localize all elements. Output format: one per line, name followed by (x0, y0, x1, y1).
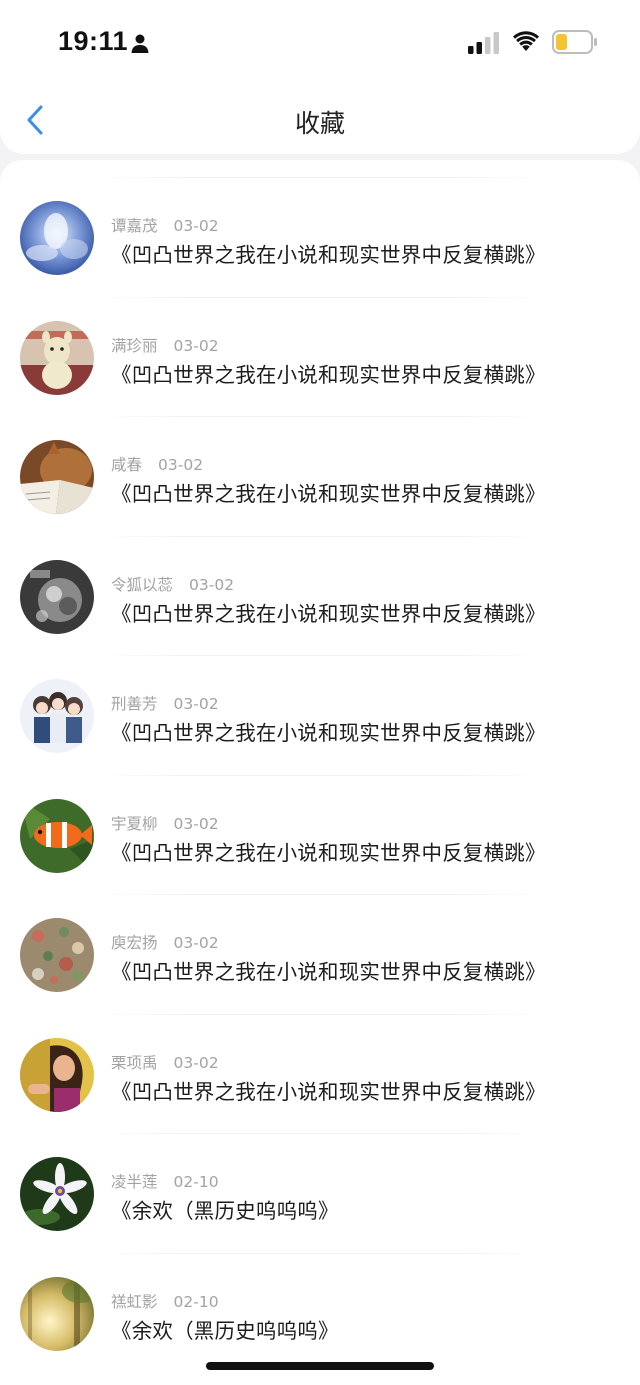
book-title[interactable]: 《凹凸世界之我在小说和现实世界中反复横跳》 (111, 716, 546, 746)
person-icon (131, 34, 149, 53)
item-date: 03-02 (173, 814, 219, 833)
item-date: 02-10 (173, 1173, 219, 1191)
grayscale-avatar (20, 559, 94, 634)
list-item[interactable]: 禚虹影 02-10 《余欢（黑历史呜呜呜》 (0, 1236, 640, 1356)
divider (100, 1133, 540, 1134)
book-title[interactable]: 《余欢（黑历史呜呜呜》 (111, 1194, 339, 1224)
status-bar: 19:11 (0, 0, 640, 86)
plush-toy-avatar (20, 320, 94, 395)
list-item[interactable]: 栗项禹 03-02 《凹凸世界之我在小说和现实世界中反复横跳》 (0, 997, 640, 1117)
item-meta: 咸春 03-02 (111, 453, 203, 475)
book-title[interactable]: 《凹凸世界之我在小说和现实世界中反复横跳》 (111, 358, 546, 388)
avatar[interactable] (20, 1276, 94, 1351)
divider (100, 894, 540, 895)
nav-bar: 收藏 (0, 86, 640, 154)
list-item[interactable]: 庾宏扬 03-02 《凹凸世界之我在小说和现实世界中反复横跳》 (0, 877, 640, 997)
book-title[interactable]: 《凹凸世界之我在小说和现实世界中反复横跳》 (111, 1075, 546, 1105)
item-date: 03-02 (158, 456, 204, 474)
battery-icon (552, 30, 597, 54)
wifi-icon (513, 31, 539, 51)
cat-book-avatar (20, 440, 94, 514)
author-name: 咸春 (111, 456, 143, 474)
item-date: 03-02 (173, 695, 219, 713)
item-meta: 谭嘉茂 03-02 (111, 214, 219, 236)
clouds-avatar (20, 201, 94, 275)
avatar[interactable] (20, 679, 94, 753)
avatar[interactable] (20, 918, 94, 992)
divider (100, 655, 540, 656)
book-title[interactable]: 《余欢（黑历史呜呜呜》 (111, 1314, 339, 1344)
page-title: 收藏 (294, 109, 345, 138)
item-date: 03-02 (173, 217, 219, 235)
list-item[interactable]: 凌半莲 02-10 《余欢（黑历史呜呜呜》 (0, 1116, 640, 1236)
author-name: 令狐以蕊 (111, 575, 174, 594)
book-title[interactable]: 《凹凸世界之我在小说和现实世界中反复横跳》 (111, 477, 546, 507)
avatar[interactable] (20, 1157, 94, 1231)
book-title[interactable]: 《凹凸世界之我在小说和现实世界中反复横跳》 (111, 955, 546, 985)
author-name: 凌半莲 (111, 1173, 158, 1191)
author-name: 禚虹影 (111, 1292, 158, 1311)
divider (100, 296, 540, 298)
status-time: 19:11 (58, 26, 129, 56)
woman-portrait-avatar (20, 1037, 94, 1112)
wall-decor-avatar (20, 918, 94, 992)
author-name: 谭嘉茂 (111, 217, 158, 235)
item-date: 03-02 (173, 336, 219, 355)
item-meta: 栗项禹 03-02 (111, 1051, 219, 1073)
book-title[interactable]: 《凹凸世界之我在小说和现实世界中反复横跳》 (111, 597, 546, 627)
list-item[interactable]: 令狐以蕊 03-02 《凹凸世界之我在小说和现实世界中反复横跳》 (0, 519, 640, 639)
item-meta: 庾宏扬 03-02 (111, 931, 219, 953)
author-name: 栗项禹 (111, 1053, 158, 1072)
avatar[interactable] (20, 320, 94, 395)
list-item[interactable]: 刑善芳 03-02 《凹凸世界之我在小说和现实世界中反复横跳》 (0, 638, 640, 758)
item-meta: 宇夏柳 03-02 (111, 812, 219, 834)
list-item[interactable]: 咸春 03-02 《凹凸世界之我在小说和现实世界中反复横跳》 (0, 399, 640, 519)
item-meta: 禚虹影 02-10 (111, 1290, 219, 1312)
white-flower-avatar (20, 1157, 94, 1231)
item-meta: 满珍丽 03-02 (111, 334, 219, 356)
forest-light-avatar (20, 1276, 94, 1351)
item-meta: 凌半莲 02-10 (111, 1170, 219, 1192)
divider (100, 177, 540, 178)
book-title[interactable]: 《凹凸世界之我在小说和现实世界中反复横跳》 (111, 836, 546, 866)
home-indicator[interactable] (206, 1362, 434, 1370)
anime-group-avatar (20, 679, 94, 753)
list-item[interactable]: 满珍丽 03-02 《凹凸世界之我在小说和现实世界中反复横跳》 (0, 280, 640, 400)
favorites-list: 谭嘉茂 03-02 《凹凸世界之我在小说和现实世界中反复横跳》 满珍丽 03-02 … (0, 160, 640, 1385)
author-name: 庾宏扬 (111, 934, 158, 952)
divider (100, 1252, 540, 1254)
divider (100, 535, 540, 537)
author-name: 满珍丽 (111, 336, 158, 355)
divider (100, 416, 540, 417)
book-title[interactable]: 《凹凸世界之我在小说和现实世界中反复横跳》 (111, 238, 546, 268)
avatar[interactable] (20, 798, 94, 873)
item-date: 03-02 (173, 1053, 219, 1072)
author-name: 宇夏柳 (111, 814, 158, 833)
avatar[interactable] (20, 1037, 94, 1112)
item-meta: 令狐以蕊 03-02 (111, 573, 234, 595)
avatar[interactable] (20, 440, 94, 514)
signal-icon (468, 32, 499, 54)
avatar[interactable] (20, 559, 94, 634)
divider (100, 774, 540, 776)
list-item[interactable]: 谭嘉茂 03-02 《凹凸世界之我在小说和现实世界中反复横跳》 (0, 160, 640, 280)
author-name: 刑善芳 (111, 695, 158, 713)
item-meta: 刑善芳 03-02 (111, 692, 219, 714)
clownfish-avatar (20, 798, 94, 873)
item-date: 02-10 (173, 1292, 219, 1311)
item-date: 03-02 (173, 934, 219, 952)
avatar[interactable] (20, 201, 94, 275)
list-item[interactable]: 宇夏柳 03-02 《凹凸世界之我在小说和现实世界中反复横跳》 (0, 758, 640, 878)
divider (100, 1013, 540, 1015)
item-date: 03-02 (189, 575, 235, 594)
